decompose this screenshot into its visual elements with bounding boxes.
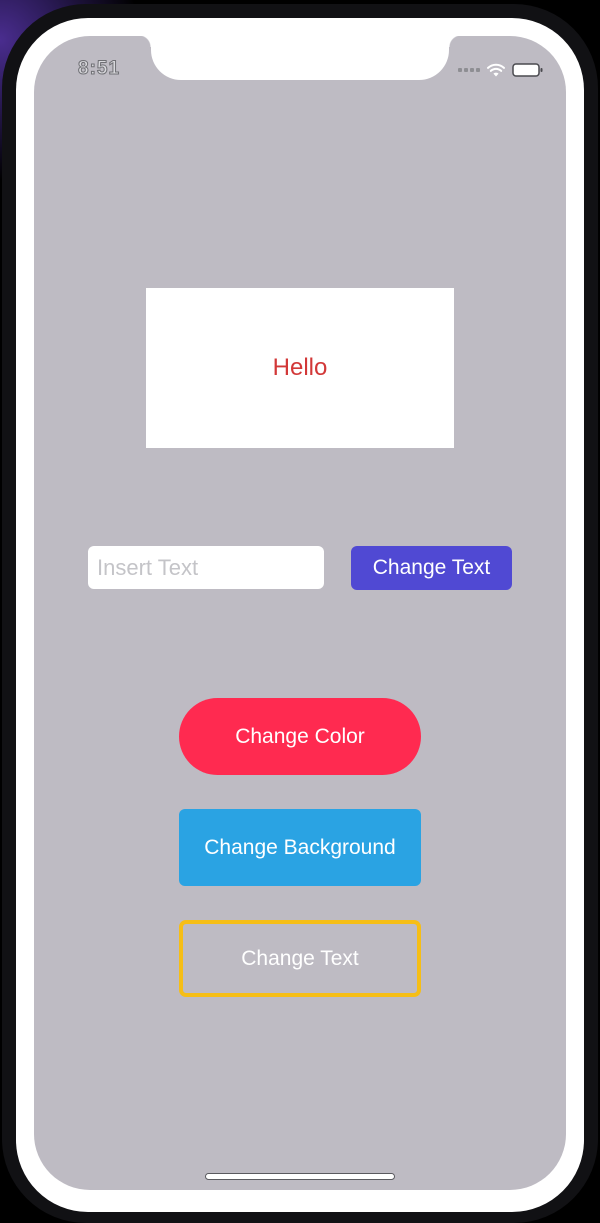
app-screen: 8:51 Hello Change Text Change Color Ch (34, 36, 566, 1190)
home-indicator[interactable] (205, 1173, 395, 1180)
status-time: 8:51 (77, 58, 121, 80)
hello-label-box: Hello (146, 288, 454, 448)
signal-dots-icon (458, 68, 480, 72)
change-color-button-label: Change Color (235, 724, 365, 748)
change-text-outline-button[interactable]: Change Text (179, 920, 421, 997)
change-text-button[interactable]: Change Text (351, 546, 512, 590)
status-icons (458, 60, 544, 80)
change-background-button-label: Change Background (204, 835, 396, 859)
insert-text-input[interactable] (88, 546, 324, 589)
battery-icon (512, 62, 544, 78)
change-text-button-label: Change Text (372, 556, 491, 579)
change-background-button[interactable]: Change Background (179, 809, 421, 886)
wifi-icon (486, 62, 506, 78)
change-text-outline-button-label: Change Text (241, 946, 359, 970)
hello-label: Hello (272, 354, 328, 381)
device-notch (139, 36, 461, 80)
change-color-button[interactable]: Change Color (179, 698, 421, 775)
